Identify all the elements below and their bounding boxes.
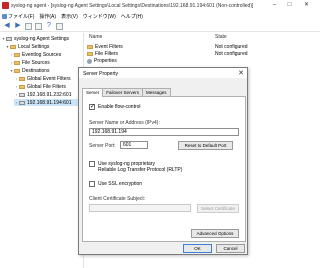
flow-control-checkbox[interactable]: ✓ Enable flow-control: [89, 104, 141, 110]
folder-icon: [14, 60, 20, 65]
console-icon: [2, 14, 7, 19]
navigation-tree: ▾ syslog-ng Agent Settings ▾ Local Setting…: [0, 33, 84, 268]
toolbar: ◀ ▶ ?: [0, 21, 320, 32]
forward-icon[interactable]: ▶: [14, 22, 22, 30]
column-name[interactable]: Name: [89, 34, 102, 40]
tree-local-settings[interactable]: ▾ Local Settings: [5, 43, 49, 50]
tree-root[interactable]: ▾ syslog-ng Agent Settings: [1, 35, 69, 42]
up-level-icon[interactable]: [35, 22, 42, 30]
tree-destination-1[interactable]: › 192.168.91.232:601: [14, 91, 72, 98]
tree-eventlog-sources[interactable]: › Eventlog Sources: [9, 51, 61, 58]
close-button[interactable]: ✕: [300, 0, 313, 11]
ok-button[interactable]: OK: [183, 244, 212, 253]
tab-messages[interactable]: Messages: [142, 88, 171, 96]
list-item[interactable]: File Filters Not configured: [85, 51, 320, 57]
tree-file-sources[interactable]: › File Sources: [9, 59, 50, 66]
menu-help[interactable]: ヘルプ(H): [121, 13, 143, 20]
cancel-button[interactable]: Cancel: [216, 244, 245, 253]
folder-icon: [14, 68, 20, 73]
dialog-title: Server Property: [83, 71, 119, 77]
show-hide-tree-icon[interactable]: [25, 22, 32, 30]
dialog-tabs: Server Failover Servers Messages: [82, 88, 171, 97]
column-state[interactable]: State: [215, 34, 227, 40]
minimize-button[interactable]: –: [268, 0, 281, 11]
list-item[interactable]: Event Filters Not configured: [85, 44, 320, 50]
folder-icon: [19, 84, 25, 89]
tree-global-file-filters[interactable]: › Global File Filters: [14, 83, 66, 90]
tab-server[interactable]: Server: [82, 88, 104, 97]
tree-destinations[interactable]: ▾ Destinations: [9, 67, 49, 74]
menu-view[interactable]: 表示(V): [61, 13, 78, 20]
rltp-checkbox[interactable]: Use syslog-ng proprietary Reliable Log T…: [89, 161, 182, 173]
help-icon[interactable]: ?: [45, 22, 53, 30]
advanced-options-button[interactable]: Advanced Options: [191, 229, 239, 238]
server-icon: [19, 100, 25, 105]
maximize-button[interactable]: □: [283, 0, 296, 11]
checkmark-icon: ✓: [89, 104, 96, 110]
back-icon[interactable]: ◀: [3, 22, 11, 30]
menu-file[interactable]: ファイル(F): [2, 13, 34, 20]
server-name-input[interactable]: 192.168.91.194: [89, 128, 239, 136]
title-bar: syslog-ng agent - [syslog-ng Agent Setti…: [0, 0, 320, 12]
dialog-close-icon[interactable]: ✕: [238, 69, 244, 77]
app-icon: [2, 2, 9, 9]
dialog-title-bar: Server Property ✕: [79, 68, 247, 78]
select-certificate-button: Select Certificate: [197, 204, 239, 213]
settings-icon: [6, 36, 12, 41]
client-cert-input: [89, 204, 191, 212]
client-cert-label: Client Certificate Subject:: [89, 196, 146, 202]
ssl-checkbox[interactable]: Use SSL encryption: [89, 181, 142, 187]
tree-destination-2[interactable]: › 192.168.91.194:601: [14, 99, 84, 106]
folder-icon: [10, 44, 16, 49]
properties-icon[interactable]: [56, 22, 63, 30]
server-port-input[interactable]: 601: [120, 141, 148, 149]
server-name-label: Server Name or Address (IPv4):: [89, 120, 160, 126]
list-item[interactable]: Properties: [85, 58, 320, 64]
reset-port-button[interactable]: Reset to Default Port: [178, 141, 233, 150]
tab-failover-servers[interactable]: Failover Servers: [102, 88, 144, 96]
menu-bar: ファイル(F) 操作(A) 表示(V) ウィンドウ(W) ヘルプ(H): [0, 12, 320, 21]
window-title: syslog-ng agent - [syslog-ng Agent Setti…: [11, 3, 254, 9]
menu-action[interactable]: 操作(A): [39, 13, 56, 20]
folder-icon: [87, 52, 93, 56]
list-header: Name State: [85, 33, 320, 40]
folder-icon: [87, 45, 93, 49]
folder-icon: [19, 76, 25, 81]
tree-global-event-filters[interactable]: › Global Event Filters: [14, 75, 71, 82]
server-port-label: Server Port:: [89, 143, 116, 149]
server-property-dialog: Server Property ✕ Server Failover Server…: [78, 67, 248, 255]
properties-icon: [87, 58, 92, 64]
folder-icon: [14, 52, 20, 57]
menu-window[interactable]: ウィンドウ(W): [83, 13, 116, 20]
server-icon: [19, 92, 25, 97]
server-tab-panel: ✓ Enable flow-control Server Name or Add…: [82, 96, 246, 242]
